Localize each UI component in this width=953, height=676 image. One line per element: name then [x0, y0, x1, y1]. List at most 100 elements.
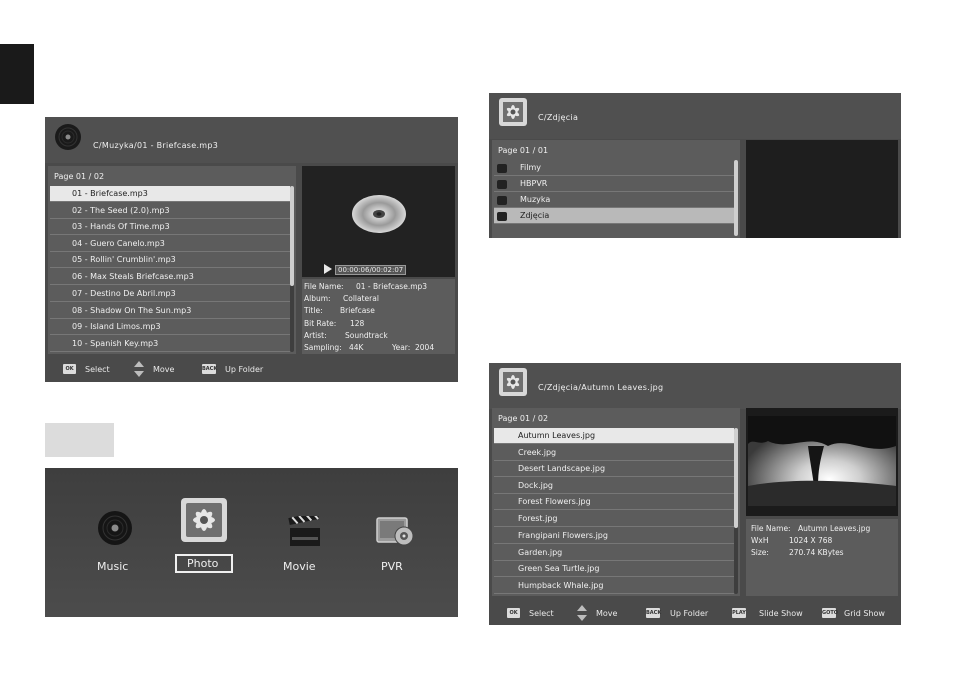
photo-browser-screen: C/Zdjęcia/Autumn Leaves.jpg Page 01 / 02…	[489, 363, 901, 625]
photo-row[interactable]: Garden.jpg	[494, 545, 734, 561]
back-key[interactable]: BACK	[646, 608, 661, 618]
artist-label: Artist:	[304, 331, 327, 340]
up-folder-label: Up Folder	[670, 609, 709, 618]
scrollbar-thumb[interactable]	[290, 186, 294, 286]
file-name-label: File Name:	[751, 524, 791, 533]
photo-preview	[746, 408, 898, 516]
file-row[interactable]: 07 - Destino De Abril.mp3	[50, 286, 290, 302]
photo-name: Garden.jpg	[518, 548, 563, 557]
menu-item-pvr[interactable]: PVR	[370, 516, 420, 573]
file-row[interactable]: 10 - Spanish Key.mp3	[50, 336, 290, 352]
file-name: 02 - The Seed (2.0).mp3	[72, 206, 170, 215]
menu-label: Photo	[187, 557, 219, 570]
file-name-label: File Name:	[304, 282, 344, 291]
photo-row[interactable]: Forest Flowers.jpg	[494, 494, 734, 510]
slide-show-label: Slide Show	[759, 609, 803, 618]
scrollbar[interactable]	[290, 186, 294, 352]
photo-row[interactable]: Autumn Leaves.jpg	[494, 428, 734, 444]
photo-name: Desert Landscape.jpg	[518, 464, 606, 473]
scrollbar[interactable]	[734, 160, 738, 236]
photo-name: Creek.jpg	[518, 448, 557, 457]
photo-row[interactable]: Humpback Whale.jpg	[494, 578, 734, 594]
play-key[interactable]: PLAY	[732, 608, 746, 618]
file-row[interactable]: 04 - Guero Canelo.mp3	[50, 236, 290, 252]
photo-name: Forest Flowers.jpg	[518, 497, 591, 506]
file-row[interactable]: 03 - Hands Of Time.mp3	[50, 219, 290, 235]
music-disc-icon	[98, 511, 132, 545]
file-name: 04 - Guero Canelo.mp3	[72, 239, 165, 248]
play-icon[interactable]	[324, 264, 332, 274]
photo-icon	[499, 98, 527, 126]
menu-label: Movie	[283, 560, 316, 573]
photo-name: Forest.jpg	[518, 514, 558, 523]
photo-icon	[181, 498, 227, 542]
folder-name: Muzyka	[520, 195, 551, 204]
scrollbar-thumb[interactable]	[734, 428, 738, 528]
file-name: 10 - Spanish Key.mp3	[72, 339, 159, 348]
move-label: Move	[153, 365, 175, 374]
folder-name: HBPVR	[520, 179, 548, 188]
file-row[interactable]: 09 - Island Limos.mp3	[50, 319, 290, 335]
folder-list-panel: Page 01 / 01 Filmy HBPVR Muzyka Zdjęcia	[492, 140, 740, 238]
pvr-icon	[376, 517, 414, 546]
file-row[interactable]: 01 - Briefcase.mp3	[50, 186, 290, 202]
move-label: Move	[596, 609, 618, 618]
caption-placeholder	[45, 423, 114, 457]
folder-browser-screen: C/Zdjęcia Page 01 / 01 Filmy HBPVR Muzyk…	[489, 93, 901, 238]
photo-row[interactable]: Dock.jpg	[494, 478, 734, 494]
select-label: Select	[85, 365, 110, 374]
select-label: Select	[529, 609, 554, 618]
menu-item-movie[interactable]: Movie	[280, 516, 330, 573]
page-indicator: Page 01 / 02	[54, 172, 105, 181]
back-key[interactable]: BACK	[202, 364, 217, 374]
file-list-panel: Page 01 / 02 01 - Briefcase.mp3 02 - The…	[48, 166, 296, 354]
menu-item-music[interactable]: Music	[95, 510, 135, 573]
photo-name: Humpback Whale.jpg	[518, 581, 604, 590]
artist-value: Soundtrack	[345, 331, 388, 340]
photo-row[interactable]: Creek.jpg	[494, 445, 734, 461]
scrollbar-thumb[interactable]	[734, 160, 738, 236]
file-row[interactable]: 06 - Max Steals Briefcase.mp3	[50, 269, 290, 285]
menu-item-photo[interactable]: Photo	[175, 498, 235, 578]
photo-row[interactable]: Frangipani Flowers.jpg	[494, 528, 734, 544]
scrollbar[interactable]	[734, 428, 738, 594]
folder-row[interactable]: HBPVR	[494, 176, 734, 192]
playback-time: 00:00:06/00:02:07	[335, 265, 407, 275]
photo-row[interactable]: Forest.jpg	[494, 511, 734, 527]
file-name: 01 - Briefcase.mp3	[72, 189, 148, 198]
track-info-panel: File Name: 01 - Briefcase.mp3 Album: Col…	[302, 279, 455, 354]
file-name: 07 - Destino De Abril.mp3	[72, 289, 176, 298]
music-footer-bar: OK Select Move BACK Up Folder	[45, 361, 458, 381]
file-row[interactable]: 08 - Shadow On The Sun.mp3	[50, 303, 290, 319]
path-bar: C/Zdjęcia/Autumn Leaves.jpg	[489, 363, 901, 409]
playback-preview: 00:00:06/00:02:07	[302, 166, 455, 277]
file-name: 06 - Max Steals Briefcase.mp3	[72, 272, 194, 281]
photo-name: Green Sea Turtle.jpg	[518, 564, 600, 573]
file-name-value: Autumn Leaves.jpg	[798, 524, 871, 533]
sampling-label: Sampling:	[304, 343, 342, 352]
year-value: 2004	[415, 343, 435, 352]
file-name: 03 - Hands Of Time.mp3	[72, 222, 170, 231]
folder-row[interactable]: Muzyka	[494, 192, 734, 208]
goto-key[interactable]: GOTO	[822, 608, 838, 618]
folder-icon	[497, 164, 507, 173]
folder-row[interactable]: Zdjęcia	[494, 208, 734, 224]
photo-name: Frangipani Flowers.jpg	[518, 531, 608, 540]
folder-name: Filmy	[520, 163, 541, 172]
bitrate-label: Bit Rate:	[304, 319, 337, 328]
music-browser-screen: C/Muzyka/01 - Briefcase.mp3 Page 01 / 02…	[45, 117, 458, 382]
up-down-arrows-icon	[577, 605, 587, 621]
photo-info-panel: File Name: Autumn Leaves.jpg WxH 1024 X …	[746, 519, 898, 596]
file-row[interactable]: 02 - The Seed (2.0).mp3	[50, 203, 290, 219]
ok-key[interactable]: OK	[63, 364, 76, 374]
photo-row[interactable]: Desert Landscape.jpg	[494, 461, 734, 477]
ok-key[interactable]: OK	[507, 608, 520, 618]
photo-row[interactable]: Green Sea Turtle.jpg	[494, 561, 734, 577]
album-value: Collateral	[343, 294, 379, 303]
folder-row[interactable]: Filmy	[494, 160, 734, 176]
photo-icon	[499, 368, 527, 396]
path-bar: C/Muzyka/01 - Briefcase.mp3	[45, 117, 458, 163]
file-row[interactable]: 05 - Rollin' Crumblin'.mp3	[50, 252, 290, 268]
folder-name: Zdjęcia	[520, 211, 550, 220]
album-label: Album:	[304, 294, 331, 303]
